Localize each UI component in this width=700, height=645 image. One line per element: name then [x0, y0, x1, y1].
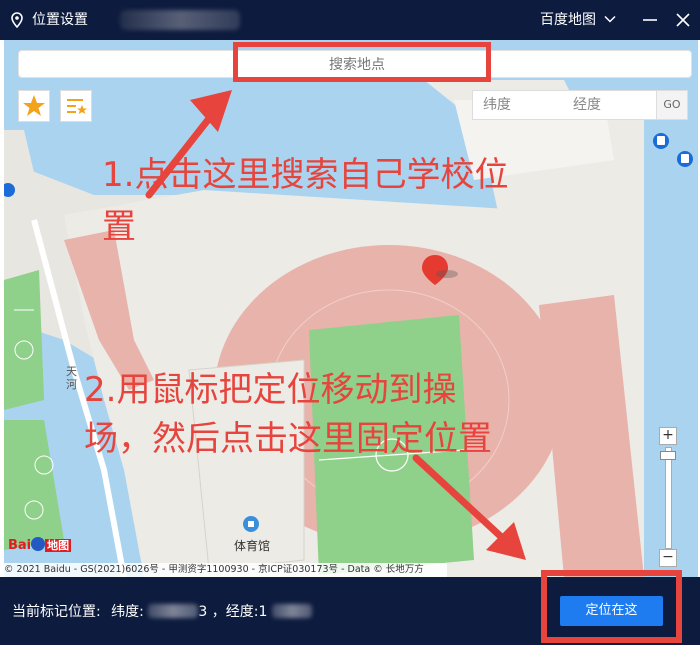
latitude-label: 纬度: — [111, 604, 144, 620]
zoom-control: + − — [659, 427, 677, 567]
title-bar: 位置设置 百度地图 — [0, 0, 700, 40]
annotation-step2-line1: 2.用鼠标把定位移动到操 — [84, 370, 457, 410]
map-provider-select[interactable]: 百度地图 — [540, 11, 596, 29]
star-list-icon — [67, 99, 87, 114]
copyright-text: © 2021 Baidu - GS(2021)6026号 - 甲测资字11009… — [4, 563, 447, 577]
longitude-redacted — [271, 604, 312, 618]
zoom-slider-track[interactable] — [665, 447, 672, 549]
minimize-icon[interactable] — [640, 8, 660, 32]
longitude-label: ，经度: — [211, 604, 259, 620]
latitude-redacted — [148, 604, 199, 618]
chevron-down-icon[interactable] — [604, 13, 616, 25]
map-canvas[interactable] — [4, 40, 698, 577]
window-title: 位置设置 — [32, 12, 88, 28]
longitude-fragment: 1 — [258, 604, 268, 620]
road-label: 天河 — [66, 365, 77, 391]
longitude-input[interactable]: 经度 — [573, 91, 601, 119]
baidu-logo: Bai 地图 — [8, 537, 72, 553]
redacted-title-info — [120, 10, 240, 30]
paw-icon — [31, 537, 46, 551]
current-position-readout: 当前标记位置: 纬度: 3 ，经度:1 — [12, 603, 312, 621]
go-button[interactable]: GO — [656, 91, 687, 119]
annotation-step1-line2: 置 — [102, 207, 136, 247]
close-icon[interactable] — [672, 8, 694, 32]
favorite-button[interactable] — [18, 90, 50, 122]
location-pin-icon — [11, 12, 23, 28]
star-icon — [23, 95, 45, 116]
current-position-label: 当前标记位置: — [12, 604, 101, 620]
favorites-list-button[interactable] — [60, 90, 92, 122]
confirm-highlight-box — [541, 570, 682, 643]
coordinate-input-group: 纬度 经度 GO — [472, 90, 688, 120]
search-highlight-box — [233, 42, 491, 82]
latitude-fragment: 3 — [198, 604, 208, 620]
zoom-slider-handle[interactable] — [660, 451, 676, 460]
gymnasium-label: 体育馆 — [234, 539, 271, 553]
zoom-out-button[interactable]: − — [659, 549, 677, 567]
latitude-input[interactable]: 纬度 — [483, 91, 511, 119]
annotation-step2-line2: 场，然后点击这里固定位置 — [84, 419, 492, 459]
zoom-in-button[interactable]: + — [659, 427, 677, 445]
map-graphics — [4, 40, 698, 577]
annotation-step1-line1: 1.点击这里搜索自己学校位 — [102, 155, 509, 195]
